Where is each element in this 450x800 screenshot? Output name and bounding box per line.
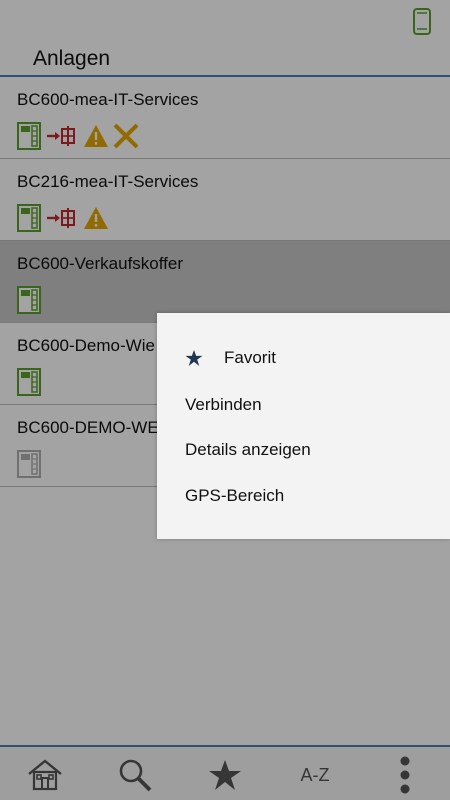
context-menu: Favorit Verbinden Details anzeigen GPS-B… — [157, 313, 450, 539]
menu-item-gps[interactable]: GPS-Bereich — [185, 486, 284, 506]
menu-item-label: GPS-Bereich — [185, 486, 285, 505]
menu-item-label: Verbinden — [185, 395, 262, 414]
app-screen: Anlagen BC600-mea-IT-Services BC216-mea-… — [0, 0, 450, 800]
menu-item-verbinden[interactable]: Verbinden — [185, 395, 262, 415]
menu-item-label: Details anzeigen — [185, 440, 311, 459]
menu-item-favorit[interactable]: Favorit — [185, 348, 276, 368]
menu-item-label: Favorit — [224, 348, 276, 367]
menu-item-details[interactable]: Details anzeigen — [185, 440, 311, 460]
star-icon — [185, 350, 203, 366]
